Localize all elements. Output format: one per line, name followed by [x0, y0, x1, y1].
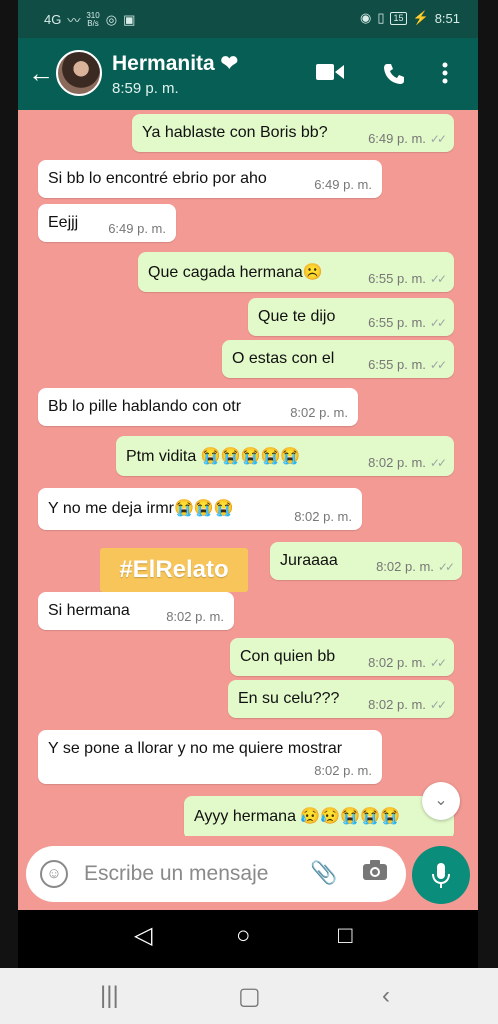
- message-time: 8:02 p. m.: [368, 455, 426, 470]
- message-time: 6:49 p. m.: [108, 221, 166, 236]
- message-time: 8:02 p. m.: [376, 559, 434, 574]
- message-input-bar: ☺ Escribe un mensaje 📎: [18, 836, 478, 908]
- message-time: 8:02 p. m.: [294, 509, 352, 524]
- message-text: Si hermana: [48, 602, 130, 619]
- vibrate-icon: ▯: [377, 10, 385, 25]
- contact-status: 8:59 p. m.: [112, 80, 179, 97]
- message-placeholder[interactable]: Escribe un mensaje: [84, 862, 268, 886]
- message-bubble-outgoing[interactable]: En su celu??? 8:02 p. m. ✓✓: [228, 680, 454, 718]
- battery-indicator: 15: [390, 11, 407, 25]
- message-bubble-outgoing[interactable]: Que cagada hermana☹️ 6:55 p. m. ✓✓: [138, 252, 454, 292]
- scroll-to-bottom-button[interactable]: ⌄: [422, 782, 460, 820]
- video-call-icon[interactable]: [316, 62, 344, 88]
- chat-area[interactable]: Ya hablaste con Boris bb? 6:49 p. m. ✓✓ S…: [18, 110, 478, 914]
- network-indicator: 4G: [44, 12, 62, 27]
- message-text: Juraaaa: [280, 552, 338, 569]
- message-text: En su celu???: [238, 690, 340, 707]
- home-circle-icon[interactable]: ○: [236, 924, 251, 948]
- back-arrow-icon[interactable]: ←: [28, 60, 54, 86]
- phone-screen: 4G 〰 310 B/s ◎ ▣ ◉ ▯ 15 ⚡ 8:51 ← Hermani…: [18, 0, 478, 968]
- message-bubble-incoming[interactable]: Si hermana 8:02 p. m.: [38, 592, 234, 630]
- read-ticks-icon: ✓✓: [429, 656, 447, 670]
- read-ticks-icon: ✓✓: [429, 358, 447, 372]
- message-time: 6:55 p. m.: [368, 315, 426, 330]
- message-input-field[interactable]: ☺ Escribe un mensaje 📎: [26, 846, 406, 902]
- message-time: 8:02 p. m.: [368, 697, 426, 712]
- message-bubble-incoming[interactable]: Si bb lo encontré ebrio por aho 6:49 p. …: [38, 160, 382, 198]
- contact-name[interactable]: Hermanita ❤: [112, 51, 238, 76]
- microphone-button[interactable]: [412, 846, 470, 904]
- whatsapp-notification-icon: ◎: [105, 11, 118, 27]
- outer-navigation-bar: ||| ▢ ‹: [0, 968, 498, 1024]
- read-ticks-icon: ✓✓: [429, 316, 447, 330]
- nfc-icon: ◉: [359, 10, 372, 25]
- charging-icon: ⚡: [412, 10, 429, 25]
- message-text: Ya hablaste con Boris bb?: [142, 124, 328, 141]
- phone-call-icon[interactable]: [382, 62, 406, 92]
- back-triangle-icon[interactable]: ◁: [134, 924, 152, 948]
- message-bubble-incoming[interactable]: Y no me deja irmr😭😭😭 8:02 p. m.: [38, 488, 362, 530]
- read-ticks-icon: ✓✓: [429, 132, 447, 146]
- message-bubble-incoming[interactable]: Bb lo pille hablando con otr 8:02 p. m.: [38, 388, 358, 426]
- instagram-notification-icon: ▣: [123, 11, 136, 27]
- emoji-icon[interactable]: ☺: [40, 860, 68, 888]
- message-text: Si bb lo encontré ebrio por aho: [48, 170, 267, 187]
- message-bubble-outgoing[interactable]: Que te dijo 6:55 p. m. ✓✓: [248, 298, 454, 336]
- message-bubble-outgoing[interactable]: O estas con el 6:55 p. m. ✓✓: [222, 340, 454, 378]
- message-bubble-outgoing[interactable]: Con quien bb 8:02 p. m. ✓✓: [230, 638, 454, 676]
- microphone-icon: [431, 861, 451, 888]
- back-chevron-icon[interactable]: ‹: [382, 982, 390, 1010]
- network-speed-unit: B/s: [87, 18, 99, 28]
- wifi-icon: 〰: [67, 13, 81, 28]
- message-bubble-outgoing[interactable]: Ptm vidita 😭😭😭😭😭 8:02 p. m. ✓✓: [116, 436, 454, 476]
- message-text: Y no me deja irmr😭😭😭: [48, 500, 234, 517]
- read-ticks-icon: ✓✓: [429, 272, 447, 286]
- read-ticks-icon: ✓✓: [429, 456, 447, 470]
- message-time: 6:49 p. m.: [314, 177, 372, 192]
- message-time: 8:02 p. m.: [290, 405, 348, 420]
- clock: 8:51: [434, 10, 460, 26]
- message-text: Con quien bb: [240, 648, 336, 665]
- message-bubble-outgoing[interactable]: Juraaaa 8:02 p. m. ✓✓: [270, 542, 462, 580]
- message-text: Que cagada hermana☹️: [148, 264, 323, 281]
- read-ticks-icon: ✓✓: [437, 560, 455, 574]
- screenshot-frame: 4G 〰 310 B/s ◎ ▣ ◉ ▯ 15 ⚡ 8:51 ← Hermani…: [0, 0, 498, 1024]
- message-bubble-outgoing[interactable]: Ayyy hermana 😥😥😭😭😭: [184, 796, 454, 840]
- recents-square-icon[interactable]: □: [338, 924, 353, 948]
- message-text: Ayyy hermana 😥😥😭😭😭: [194, 808, 401, 825]
- message-time: 8:02 p. m.: [166, 609, 224, 624]
- status-bar: 4G 〰 310 B/s ◎ ▣ ◉ ▯ 15 ⚡ 8:51: [18, 0, 478, 38]
- message-time: 6:55 p. m.: [368, 271, 426, 286]
- message-text: Ptm vidita 😭😭😭😭😭: [126, 448, 301, 465]
- android-navigation-bar: ◁ ○ □: [18, 910, 478, 968]
- home-rounded-icon[interactable]: ▢: [238, 982, 261, 1011]
- network-speed: 310 B/s: [86, 11, 99, 28]
- message-text: O estas con el: [232, 350, 335, 367]
- message-text: Bb lo pille hablando con otr: [48, 398, 242, 415]
- chevrons-down-icon: ⌄: [434, 792, 448, 809]
- message-time: 8:02 p. m.: [368, 655, 426, 670]
- watermark-label: #ElRelato: [100, 548, 248, 592]
- attach-icon[interactable]: 📎: [310, 860, 337, 886]
- message-time: 8:02 p. m.: [314, 763, 372, 778]
- contact-avatar[interactable]: [56, 50, 102, 96]
- chat-header: ← Hermanita ❤ 8:59 p. m.: [18, 38, 478, 110]
- recents-lines-icon[interactable]: |||: [100, 982, 119, 1010]
- message-bubble-incoming[interactable]: Eejjj 6:49 p. m.: [38, 204, 176, 242]
- more-options-icon[interactable]: [442, 62, 448, 90]
- camera-icon[interactable]: [362, 859, 388, 887]
- message-time: 6:55 p. m.: [368, 357, 426, 372]
- message-bubble-outgoing[interactable]: Ya hablaste con Boris bb? 6:49 p. m. ✓✓: [132, 114, 454, 152]
- message-time: 6:49 p. m.: [368, 131, 426, 146]
- message-text: Y se pone a llorar y no me quiere mostra…: [48, 740, 343, 757]
- read-ticks-icon: ✓✓: [429, 698, 447, 712]
- message-bubble-incoming[interactable]: Y se pone a llorar y no me quiere mostra…: [38, 730, 382, 784]
- message-text: Que te dijo: [258, 308, 336, 325]
- message-text: Eejjj: [48, 214, 79, 231]
